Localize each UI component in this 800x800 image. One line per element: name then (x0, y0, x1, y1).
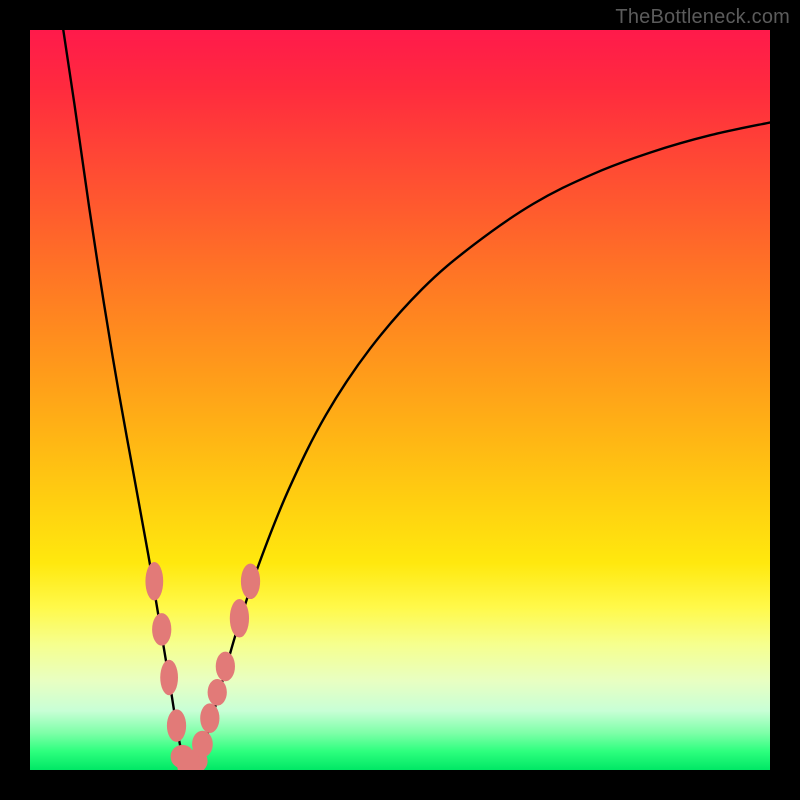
highlight-point (241, 564, 260, 600)
highlight-point (230, 599, 249, 637)
highlight-points (145, 562, 260, 770)
highlight-point (200, 703, 219, 733)
highlight-point (167, 709, 186, 742)
highlight-point (208, 679, 227, 706)
plot-area (30, 30, 770, 770)
watermark-text: TheBottleneck.com (615, 6, 790, 29)
highlight-point (152, 613, 171, 646)
chart-container: TheBottleneck.com (0, 0, 800, 800)
highlight-point (160, 660, 178, 696)
highlight-point (192, 731, 213, 758)
highlight-point (145, 562, 163, 600)
marker-layer (30, 30, 770, 770)
highlight-point (216, 652, 235, 682)
